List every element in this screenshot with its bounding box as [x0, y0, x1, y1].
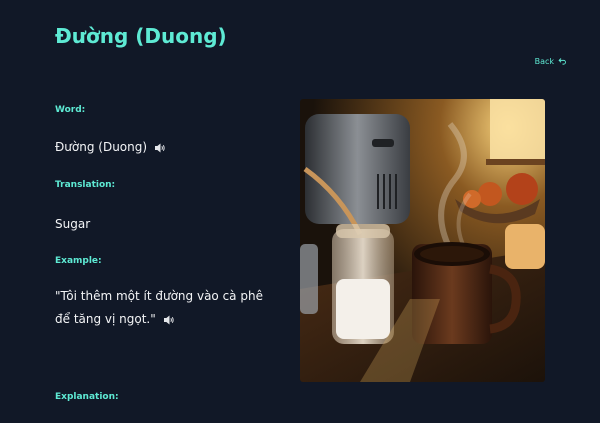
explanation-label: Explanation: — [55, 392, 119, 402]
speaker-icon[interactable] — [163, 314, 175, 326]
back-link[interactable]: Back — [535, 57, 567, 66]
page-title: Đường (Duong) — [55, 24, 227, 48]
translation-value: Sugar — [55, 217, 91, 231]
back-label: Back — [534, 57, 554, 66]
example-value-row: "Tôi thêm một ít đường vào cà phê để tăn… — [55, 285, 280, 331]
example-label: Example: — [55, 256, 102, 266]
back-arrow-icon — [558, 58, 566, 65]
word-label: Word: — [55, 105, 86, 115]
example-value: "Tôi thêm một ít đường vào cà phê để tăn… — [55, 289, 263, 326]
illustration-image — [300, 99, 545, 382]
word-value-row: Đường (Duong) — [55, 136, 166, 159]
word-value: Đường (Duong) — [55, 140, 148, 154]
translation-label: Translation: — [55, 180, 116, 190]
speaker-icon[interactable] — [154, 142, 166, 154]
